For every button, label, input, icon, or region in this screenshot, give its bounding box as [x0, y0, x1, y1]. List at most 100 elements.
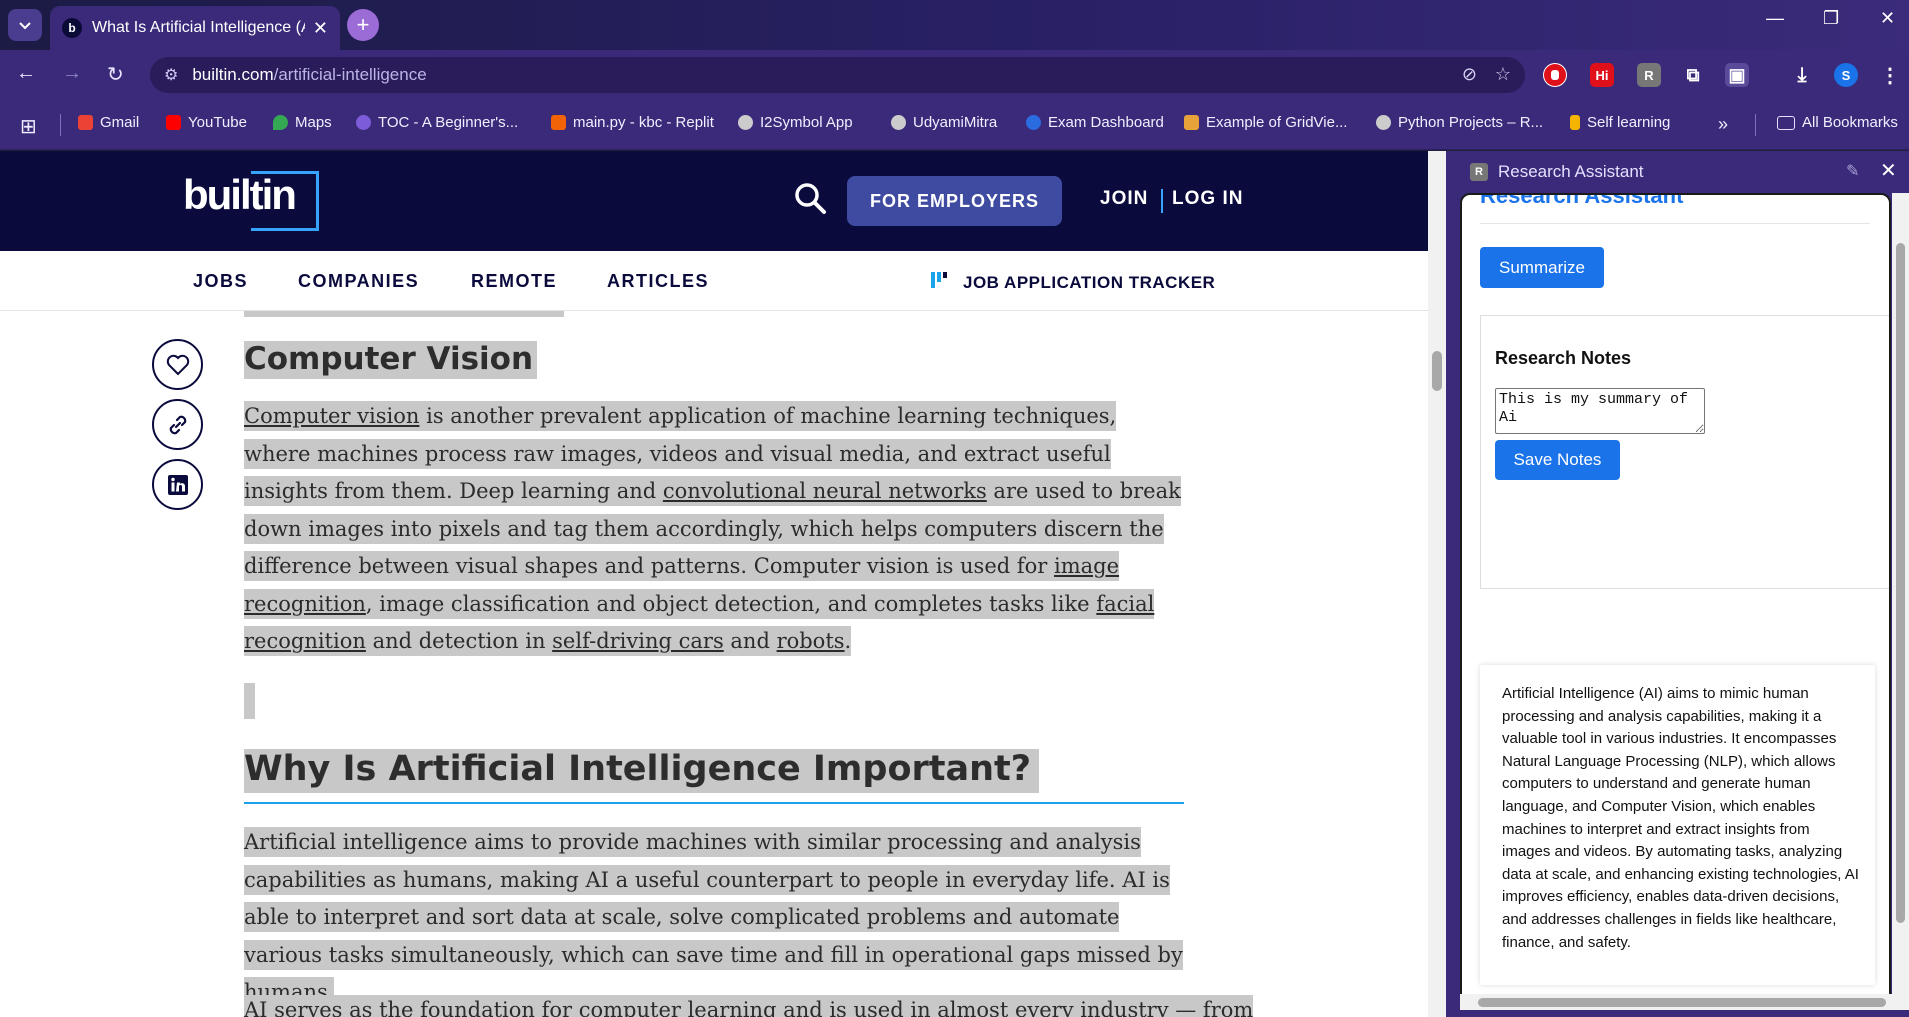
youtube-icon: [166, 115, 181, 130]
nav-jobs[interactable]: JOBS: [193, 271, 248, 292]
computer-vision-link[interactable]: Computer vision: [244, 404, 419, 428]
address-bar[interactable]: ⚙ builtin.com/artificial-intelligence ⊘ …: [150, 57, 1525, 93]
replit-icon: [551, 115, 566, 130]
maps-pin-icon: [273, 115, 288, 130]
bookmark-gridview[interactable]: Example of GridVie...: [1184, 114, 1347, 131]
copy-link-button[interactable]: [152, 399, 203, 450]
restore-icon[interactable]: ❐: [1823, 8, 1839, 29]
self-driving-cars-link[interactable]: self-driving cars: [552, 629, 724, 653]
url-path: /artificial-intelligence: [273, 65, 427, 84]
eye-off-icon[interactable]: ⊘: [1462, 64, 1477, 85]
bookmark-label: Gmail: [100, 114, 140, 131]
selection-highlight: [244, 311, 564, 317]
url-domain: builtin.com: [192, 65, 274, 84]
scrollbar-thumb[interactable]: [1432, 351, 1442, 391]
star-icon[interactable]: ☆: [1495, 64, 1511, 85]
paragraph-text: , image classification and object detect…: [365, 591, 1097, 616]
heart-icon: [166, 354, 189, 375]
kebab-menu-icon[interactable]: ⋮: [1878, 63, 1902, 87]
download-icon[interactable]: ⤓: [1790, 63, 1814, 87]
site-header: builtin FOR EMPLOYERS JOIN LOG IN: [0, 151, 1428, 251]
panel-vertical-scrollbar[interactable]: [1892, 193, 1909, 1005]
chevron-down-icon: [19, 22, 31, 30]
bookmark-maps[interactable]: Maps: [273, 114, 332, 131]
builtin-logo[interactable]: builtin: [183, 171, 319, 231]
close-panel-icon[interactable]: ✕: [1880, 158, 1897, 183]
bookmark-gmail[interactable]: Gmail: [78, 114, 139, 131]
bookmark-exam-dashboard[interactable]: Exam Dashboard: [1026, 114, 1164, 131]
page-scrollbar[interactable]: [1428, 151, 1446, 1017]
bookmark-label: main.py - kbc - Replit: [573, 114, 714, 131]
panel-horizontal-scrollbar[interactable]: [1460, 994, 1909, 1010]
side-panel-icon[interactable]: ▣: [1725, 63, 1749, 87]
exam-dashboard-icon: [1026, 115, 1041, 130]
adblock-icon[interactable]: [1543, 63, 1567, 87]
join-login-separator: [1161, 189, 1163, 213]
robots-link[interactable]: robots: [777, 629, 845, 653]
bookmark-python-projects[interactable]: Python Projects – R...: [1376, 114, 1543, 131]
login-link[interactable]: LOG IN: [1172, 188, 1243, 210]
more-bookmarks-chevron-icon[interactable]: »: [1718, 114, 1728, 135]
summarize-button[interactable]: Summarize: [1480, 247, 1604, 288]
browser-toolbar: ← → ↻ ⚙ builtin.com/artificial-intellige…: [0, 50, 1909, 100]
new-tab-button[interactable]: +: [347, 9, 379, 41]
window-close-icon[interactable]: ✕: [1880, 8, 1895, 29]
summary-text: Artificial Intelligence (AI) aims to mim…: [1502, 685, 1859, 951]
back-arrow-icon[interactable]: ←: [16, 62, 36, 85]
tab-search-button[interactable]: [8, 9, 42, 41]
pin-icon[interactable]: ✎: [1846, 161, 1859, 181]
save-notes-button[interactable]: Save Notes: [1495, 440, 1620, 480]
scrollbar-thumb[interactable]: [1896, 243, 1905, 923]
active-tab[interactable]: b What Is Artificial Intelligence (AI ✕: [50, 6, 340, 50]
bookmarks-divider: [60, 114, 61, 136]
job-application-tracker-link[interactable]: JOB APPLICATION TRACKER: [963, 273, 1215, 293]
bookmark-label: TOC - A Beginner's...: [378, 114, 519, 131]
for-employers-button[interactable]: FOR EMPLOYERS: [847, 176, 1062, 226]
bookmark-youtube[interactable]: YouTube: [166, 114, 247, 131]
notes-textarea[interactable]: This is my summary of Ai: [1495, 388, 1705, 434]
nav-remote[interactable]: REMOTE: [471, 271, 557, 292]
search-icon[interactable]: [793, 181, 827, 215]
minimize-icon[interactable]: —: [1766, 8, 1784, 29]
apps-grid-icon[interactable]: ⊞: [20, 114, 37, 139]
site-info-icon[interactable]: ⚙: [164, 65, 178, 85]
linkedin-icon: [167, 474, 188, 495]
extension-content: Research Assistant Summarize Research No…: [1460, 193, 1891, 1005]
title-divider: [1480, 223, 1870, 224]
section-heading: Computer Vision: [244, 341, 538, 379]
bookmark-label: YouTube: [188, 114, 247, 131]
bookmark-label: I2Symbol App: [760, 114, 853, 131]
bookmark-label: UdyamiMitra: [913, 114, 998, 131]
notes-section: Research Notes This is my summary of Ai …: [1480, 315, 1889, 589]
research-extension-icon[interactable]: R: [1637, 63, 1661, 87]
gridview-icon: [1184, 115, 1199, 130]
nav-companies[interactable]: COMPANIES: [298, 271, 419, 292]
extensions-puzzle-icon[interactable]: ⧉: [1681, 63, 1705, 87]
save-article-button[interactable]: [152, 339, 203, 390]
profile-avatar[interactable]: S: [1834, 63, 1858, 87]
bookmark-udyamimitra[interactable]: UdyamiMitra: [891, 114, 997, 131]
tab-title: What Is Artificial Intelligence (AI: [92, 19, 305, 36]
scrollbar-thumb[interactable]: [1478, 998, 1886, 1007]
hi-extension-icon[interactable]: Hi: [1590, 63, 1614, 87]
heading-underline: [244, 802, 1184, 804]
bookmark-i2symbol[interactable]: I2Symbol App: [738, 114, 853, 131]
bookmark-label: Example of GridVie...: [1206, 114, 1348, 131]
reload-icon[interactable]: ↻: [107, 62, 124, 87]
join-link[interactable]: JOIN: [1100, 188, 1148, 210]
research-extension-icon: R: [1470, 163, 1488, 181]
cnn-link[interactable]: convolutional neural networks: [663, 479, 987, 503]
close-tab-icon[interactable]: ✕: [313, 18, 328, 39]
bookmark-toc[interactable]: TOC - A Beginner's...: [356, 114, 518, 131]
forward-arrow-icon[interactable]: →: [62, 62, 82, 85]
all-bookmarks-folder[interactable]: All Bookmarks: [1777, 114, 1898, 131]
nav-articles[interactable]: ARTICLES: [607, 271, 709, 292]
linkedin-share-button[interactable]: [152, 459, 203, 510]
summary-result: Artificial Intelligence (AI) aims to mim…: [1480, 665, 1875, 985]
bookmark-replit[interactable]: main.py - kbc - Replit: [551, 114, 714, 131]
bookmarks-divider: [1755, 114, 1756, 136]
web-page: builtin FOR EMPLOYERS JOIN LOG IN JOBS C…: [0, 151, 1428, 1017]
bookmark-self-learning[interactable]: Self learning: [1570, 114, 1670, 131]
bookmark-label: Exam Dashboard: [1048, 114, 1164, 131]
computer-vision-paragraph: Computer vision is another prevalent app…: [244, 398, 1189, 661]
